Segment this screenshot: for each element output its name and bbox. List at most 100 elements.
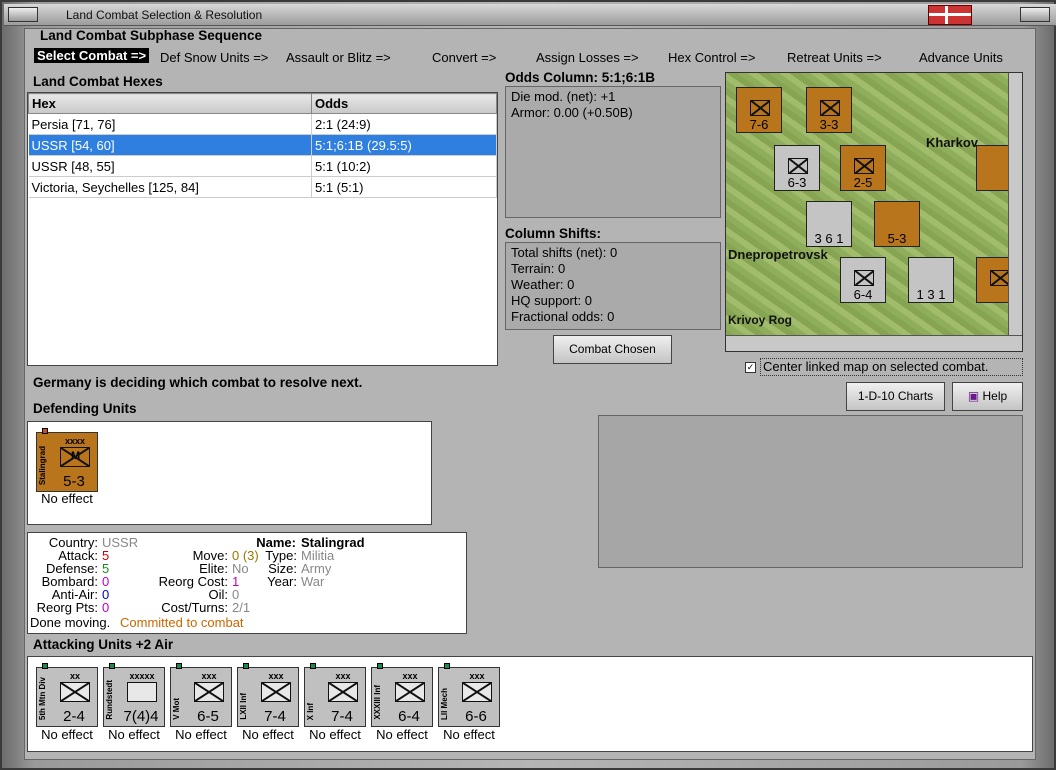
unit-value: 7-4: [264, 708, 286, 725]
map-counter[interactable]: 3 6 1: [806, 201, 852, 247]
combat-chosen-button[interactable]: Combat Chosen: [553, 335, 672, 364]
help-book-icon: ▣: [967, 389, 983, 403]
title-bar: Land Combat Selection & Resolution: [4, 4, 1056, 26]
german-flag-icon: [928, 5, 972, 25]
year-value: War: [301, 574, 325, 589]
charts-button[interactable]: 1-D-10 Charts: [846, 382, 945, 411]
center-map-checkbox[interactable]: ✓: [745, 362, 756, 373]
attacking-heading: Attacking Units +2 Air: [33, 637, 174, 652]
attacking-unit[interactable]: Rundstedt xxxxx 7(4)4: [103, 663, 165, 727]
status-pip: [109, 663, 115, 669]
map-vscrollbar[interactable]: [1008, 73, 1022, 335]
label: Year:: [267, 574, 297, 589]
help-button[interactable]: ▣ Help: [952, 382, 1023, 411]
shift-total: Total shifts (net): 0: [511, 245, 618, 260]
status-pip: [42, 663, 48, 669]
unit-effect: No effect: [108, 727, 160, 742]
unit-effect: No effect: [242, 727, 294, 742]
map-counter[interactable]: 5-3: [874, 201, 920, 247]
militia-symbol-icon: M: [60, 447, 90, 467]
die-mod: Die mod. (net): +1: [511, 89, 616, 104]
step-hex-control[interactable]: Hex Control =>: [668, 50, 755, 65]
unit-effect: No effect: [41, 491, 93, 506]
map-counter[interactable]: 6-4: [840, 257, 886, 303]
status-pip: [310, 663, 316, 669]
attacking-unit[interactable]: X Inf xxx 7-4: [304, 663, 366, 727]
attacking-units-panel: 5th Mtn Div xx 2-4 No effect Rundstedt xxxxx 7…: [27, 656, 1033, 752]
subphase-steps: Select Combat => Def Snow Units => Assau…: [32, 48, 1028, 68]
cost-turns-value: 2/1: [232, 600, 251, 615]
label: Cost/Turns:: [161, 600, 228, 615]
center-map-label: Center linked map on selected combat.: [760, 358, 1023, 376]
map-label: Dnepropetrovsk: [728, 247, 828, 262]
status-text: Germany is deciding which combat to reso…: [33, 375, 363, 390]
unit-value: 2-4: [63, 708, 85, 725]
shift-terrain: Terrain: 0: [511, 261, 566, 276]
unit-size: xxx: [402, 671, 418, 681]
defending-heading: Defending Units: [33, 401, 137, 416]
map-label: Kharkov: [926, 135, 979, 150]
table-row[interactable]: USSR [54, 60] 5:1;6:1B (29.5:5): [28, 134, 497, 156]
unit-symbol-icon: [395, 682, 425, 702]
unit-symbol-icon: [261, 682, 291, 702]
status-pip: [42, 428, 48, 434]
map-counter[interactable]: 3-3: [806, 87, 852, 133]
map-counter[interactable]: 2-5: [840, 145, 886, 191]
unit-symbol-icon: [127, 682, 157, 702]
unit-value: 6-5: [197, 708, 219, 725]
close-button[interactable]: [1020, 7, 1050, 22]
details-blank-panel: [598, 415, 1023, 568]
hexes-heading: Land Combat Hexes: [33, 74, 163, 89]
window-title: Land Combat Selection & Resolution: [66, 8, 263, 22]
system-menu-button[interactable]: [8, 7, 38, 22]
attacking-unit[interactable]: XXXIII Inf xxx 6-4: [371, 663, 433, 727]
unit-size: xx: [69, 671, 80, 681]
odds-heading: Odds Column: 5:1;6:1B: [505, 70, 656, 85]
table-row[interactable]: Persia [71, 76] 2:1 (24:9): [28, 113, 497, 135]
status-pip: [377, 663, 383, 669]
step-convert[interactable]: Convert =>: [432, 50, 496, 65]
unit-name: XXXIII Inf: [373, 685, 382, 720]
reorg-value: 0: [102, 600, 110, 615]
map-counter[interactable]: 1 3 1: [908, 257, 954, 303]
done-moving: Done moving.: [30, 615, 111, 630]
unit-value: 7-4: [331, 708, 353, 725]
col-odds[interactable]: Odds: [311, 93, 497, 114]
defending-unit[interactable]: Stalingrad xxxx M 5-3: [36, 428, 98, 492]
step-select-combat[interactable]: Select Combat =>: [34, 48, 150, 63]
unit-details-panel: Country: USSR Attack: 5 Defense: 5 Bomba…: [27, 532, 467, 634]
unit-size: xxx: [469, 671, 485, 681]
map-counter[interactable]: 6-3: [774, 145, 820, 191]
unit-effect: No effect: [41, 727, 93, 742]
shifts-heading: Column Shifts:: [505, 226, 601, 241]
defending-units-panel: Stalingrad xxxx M 5-3 No effect: [27, 421, 432, 525]
label: Reorg Pts:: [36, 600, 98, 615]
table-row[interactable]: USSR [48, 55] 5:1 (10:2): [28, 155, 497, 177]
step-assault-blitz[interactable]: Assault or Blitz =>: [286, 50, 391, 65]
step-retreat[interactable]: Retreat Units =>: [787, 50, 882, 65]
attacking-unit[interactable]: V Mot xxx 6-5: [170, 663, 232, 727]
attacking-unit[interactable]: LII Mech xxx 6-6: [438, 663, 500, 727]
unit-name: Stalingrad: [38, 445, 47, 485]
combat-hexes-table: Hex Odds Persia [71, 76] 2:1 (24:9) USSR […: [27, 92, 498, 366]
attacking-unit[interactable]: 5th Mtn Div xx 2-4: [36, 663, 98, 727]
shift-fractional: Fractional odds: 0: [511, 309, 615, 324]
unit-name: LXII Inf: [239, 693, 248, 720]
unit-symbol-icon: [462, 682, 492, 702]
step-def-snow[interactable]: Def Snow Units =>: [160, 50, 268, 65]
shift-weather: Weather: 0: [511, 277, 575, 292]
unit-name: LII Mech: [440, 687, 449, 720]
table-row[interactable]: Victoria, Seychelles [125, 84] 5:1 (5:1): [28, 176, 497, 198]
step-advance[interactable]: Advance Units: [919, 50, 1003, 65]
unit-value: 5-3: [63, 473, 85, 490]
col-hex[interactable]: Hex: [28, 93, 312, 114]
unit-effect: No effect: [376, 727, 428, 742]
unit-name: 5th Mtn Div: [38, 676, 47, 720]
linked-map[interactable]: Kharkov Dnepropetrovsk Krivoy Rog 7-6 3-…: [725, 72, 1023, 352]
map-counter[interactable]: 7-6: [736, 87, 782, 133]
help-label: Help: [982, 389, 1008, 403]
step-assign-losses[interactable]: Assign Losses =>: [536, 50, 639, 65]
unit-effect: No effect: [175, 727, 227, 742]
map-hscrollbar[interactable]: [726, 335, 1022, 351]
attacking-unit[interactable]: LXII Inf xxx 7-4: [237, 663, 299, 727]
